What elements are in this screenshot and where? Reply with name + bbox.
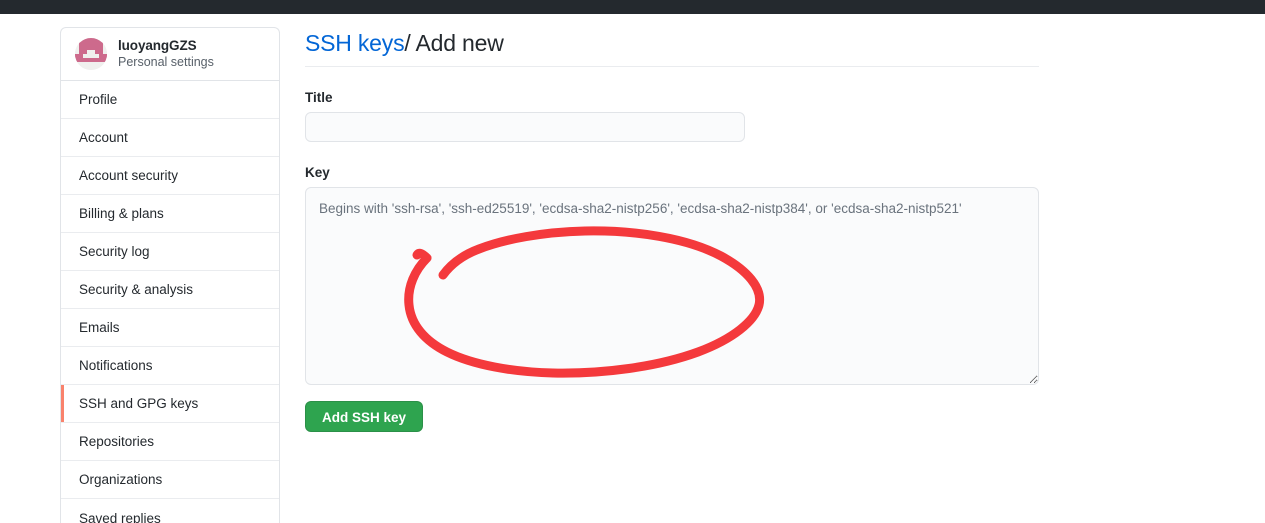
profile-name-block: luoyangGZS Personal settings: [118, 38, 214, 71]
sidebar-item-label: Emails: [79, 320, 120, 335]
sidebar-item-label: SSH and GPG keys: [79, 396, 199, 411]
sidebar-item-saved-replies[interactable]: Saved replies: [61, 499, 279, 523]
browser-top-bar: [0, 0, 1265, 14]
sidebar-item-security-and-analysis[interactable]: Security & analysis: [61, 271, 279, 309]
add-ssh-key-button[interactable]: Add SSH key: [305, 401, 424, 432]
profile-subtitle: Personal settings: [118, 54, 214, 69]
sidebar-item-account[interactable]: Account: [61, 119, 279, 157]
sidebar-item-security-log[interactable]: Security log: [61, 233, 279, 271]
sidebar-profile-header[interactable]: luoyangGZS Personal settings: [61, 28, 279, 81]
sidebar-item-label: Security log: [79, 244, 150, 259]
sidebar-item-notifications[interactable]: Notifications: [61, 347, 279, 385]
sidebar-item-profile[interactable]: Profile: [61, 81, 279, 119]
sidebar-item-label: Account: [79, 130, 128, 145]
sidebar-item-ssh-and-gpg-keys[interactable]: SSH and GPG keys: [61, 385, 279, 423]
sidebar-item-label: Repositories: [79, 434, 155, 449]
title-field-label: Title: [305, 90, 333, 105]
sidebar-item-repositories[interactable]: Repositories: [61, 423, 279, 461]
sidebar-item-label: Profile: [79, 92, 118, 107]
title-input[interactable]: [305, 112, 745, 142]
sidebar-item-label: Organizations: [79, 472, 163, 487]
page-title: SSH keys/ Add new: [305, 30, 1039, 67]
sidebar-item-label: Account security: [79, 168, 179, 183]
sidebar-item-billing-and-plans[interactable]: Billing & plans: [61, 195, 279, 233]
sidebar-item-label: Security & analysis: [79, 282, 194, 297]
sidebar-item-label: Saved replies: [79, 510, 161, 523]
sidebar-item-emails[interactable]: Emails: [61, 309, 279, 347]
sidebar-item-label: Billing & plans: [79, 206, 164, 221]
key-field-label: Key: [305, 165, 330, 180]
settings-nav-list: Profile Account Account security Billing…: [61, 81, 279, 523]
settings-sidebar: luoyangGZS Personal settings Profile Acc…: [60, 27, 280, 523]
page-root: luoyangGZS Personal settings Profile Acc…: [0, 0, 1265, 523]
sidebar-item-account-security[interactable]: Account security: [61, 157, 279, 195]
breadcrumb-ssh-keys-link[interactable]: SSH keys: [305, 30, 405, 56]
breadcrumb-separator: /: [404, 30, 411, 56]
identicon-avatar: [75, 38, 107, 70]
sidebar-item-organizations[interactable]: Organizations: [61, 461, 279, 499]
profile-login: luoyangGZS: [118, 37, 197, 53]
breadcrumb-current: Add new: [415, 30, 504, 56]
main-content: SSH keys/ Add new Title Key Add SSH key: [305, 30, 1039, 432]
key-textarea[interactable]: [305, 187, 1039, 385]
sidebar-item-label: Notifications: [79, 358, 153, 373]
